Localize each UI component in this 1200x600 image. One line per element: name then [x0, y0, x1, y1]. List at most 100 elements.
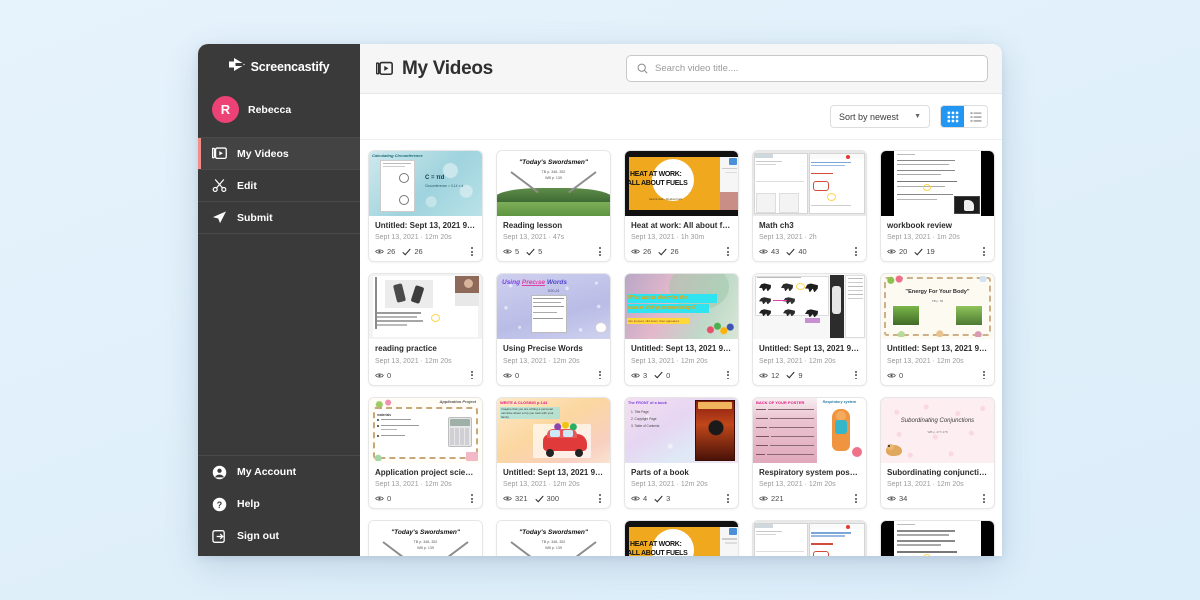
- sidebar-item-label: Edit: [237, 180, 257, 192]
- video-thumbnail[interactable]: Using Precise Words 9/20-24: [497, 274, 610, 339]
- eye-icon: [759, 248, 768, 255]
- video-title: reading practice: [375, 344, 476, 354]
- more-vertical-icon[interactable]: [724, 370, 732, 380]
- video-card[interactable]: reading practiceSept 13, 2021 · 12m 20s0: [368, 273, 483, 385]
- sidebar-item-help[interactable]: ? Help: [198, 488, 360, 520]
- more-vertical-icon[interactable]: [980, 370, 988, 380]
- video-card[interactable]: [752, 520, 867, 556]
- video-card[interactable]: "Today's Swordsmen" TB p. 346- 352 WB p.…: [368, 520, 483, 556]
- video-meta: Sept 13, 2021 · 12m 20s: [503, 480, 604, 489]
- video-card[interactable]: "Energy For Your Body" TB p. 56 Untitled…: [880, 273, 995, 385]
- more-vertical-icon[interactable]: [980, 493, 988, 503]
- more-vertical-icon[interactable]: [596, 370, 604, 380]
- video-thumbnail[interactable]: HEAT AT WORK: ALL ABOUT FUELS Heat at wo…: [625, 521, 738, 556]
- video-thumbnail[interactable]: BACK OF YOUR POSTER Respiratory system: [753, 398, 866, 463]
- video-thumbnail[interactable]: "Today's Swordsmen" TB p. 346- 352 WB p.…: [497, 521, 610, 556]
- more-vertical-icon[interactable]: [724, 246, 732, 256]
- video-library-icon: [376, 60, 393, 77]
- video-thumbnail[interactable]: The FRONT of a book 1. Title Page 2. Cop…: [625, 398, 738, 463]
- eye-icon: [631, 372, 640, 379]
- video-card[interactable]: [880, 520, 995, 556]
- video-card[interactable]: BACK OF YOUR POSTER Respiratory system R…: [752, 397, 867, 509]
- video-card[interactable]: Calculating Circumference C = πd Circumf…: [368, 150, 483, 262]
- more-vertical-icon[interactable]: [852, 493, 860, 503]
- video-card[interactable]: "Today's Swordsmen" TB p. 346- 352 WB p.…: [496, 520, 611, 556]
- search-input[interactable]: [655, 63, 977, 74]
- sidebar-spacer: [198, 234, 360, 455]
- more-vertical-icon[interactable]: [468, 246, 476, 256]
- sidebar-item-edit[interactable]: Edit: [198, 170, 360, 202]
- video-thumbnail[interactable]: WRITE A CLOSING p.144 Imagine that you a…: [497, 398, 610, 463]
- sidebar-item-my-videos[interactable]: My Videos: [198, 138, 360, 170]
- more-vertical-icon[interactable]: [468, 493, 476, 503]
- video-card[interactable]: Untitled: Sept 13, 2021 9:3...Sept 13, 2…: [752, 273, 867, 385]
- video-card[interactable]: Math ch3Sept 13, 2021 · 2h4340: [752, 150, 867, 262]
- video-thumbnail[interactable]: Subordinating Conjunctions WB p. 277-278: [881, 398, 994, 463]
- video-grid-scroll[interactable]: Calculating Circumference C = πd Circumf…: [360, 140, 1002, 556]
- video-thumbnail[interactable]: [753, 521, 866, 556]
- video-checks-stat: 9: [786, 371, 802, 380]
- brand[interactable]: Screencastify: [198, 44, 360, 86]
- video-card[interactable]: What words describe the rain as doing hu…: [624, 273, 739, 385]
- video-thumbnail[interactable]: [369, 274, 482, 339]
- page-title: My Videos: [402, 58, 493, 80]
- video-card[interactable]: The FRONT of a book 1. Title Page 2. Cop…: [624, 397, 739, 509]
- video-title: Heat at work: All about fuels: [631, 221, 732, 231]
- video-views-stat: 20: [887, 247, 907, 256]
- video-thumbnail[interactable]: [881, 521, 994, 556]
- video-card[interactable]: Using Precise Words 9/20-24 Using Precis…: [496, 273, 611, 385]
- check-icon: [526, 248, 535, 256]
- video-thumbnail[interactable]: Calculating Circumference C = πd Circumf…: [369, 151, 482, 216]
- more-vertical-icon[interactable]: [852, 246, 860, 256]
- video-thumbnail[interactable]: "Today's Swordsmen" TB p. 346- 352 WB p.…: [497, 151, 610, 216]
- video-title: workbook review: [887, 221, 988, 231]
- video-thumbnail[interactable]: HEAT AT WORK: ALL ABOUT FUELS Heat at wo…: [625, 151, 738, 216]
- search-box[interactable]: [626, 55, 988, 82]
- more-vertical-icon[interactable]: [596, 246, 604, 256]
- video-thumbnail[interactable]: [753, 151, 866, 216]
- video-meta: Sept 13, 2021 · 12m 20s: [375, 357, 476, 366]
- video-views-count: 0: [899, 371, 903, 380]
- eye-icon: [759, 372, 768, 379]
- video-thumbnail[interactable]: Application Project materials: [369, 398, 482, 463]
- video-thumbnail[interactable]: What words describe the rain as doing hu…: [625, 274, 738, 339]
- video-checks-stat: 0: [654, 371, 670, 380]
- grid-view-button[interactable]: [941, 106, 964, 127]
- sidebar-item-label: My Videos: [237, 148, 289, 160]
- video-stats: 129: [759, 371, 860, 380]
- video-views-stat: 0: [503, 371, 519, 380]
- video-card[interactable]: Subordinating Conjunctions WB p. 277-278…: [880, 397, 995, 509]
- sort-dropdown[interactable]: Sort by newest ▼: [830, 105, 930, 128]
- video-thumbnail[interactable]: [753, 274, 866, 339]
- video-card[interactable]: workbook reviewSept 13, 2021 · 1m 20s201…: [880, 150, 995, 262]
- svg-text:?: ?: [217, 499, 222, 509]
- video-thumbnail[interactable]: [881, 151, 994, 216]
- more-vertical-icon[interactable]: [724, 493, 732, 503]
- video-thumbnail[interactable]: "Energy For Your Body" TB p. 56: [881, 274, 994, 339]
- video-views-count: 5: [515, 247, 519, 256]
- more-vertical-icon[interactable]: [596, 493, 604, 503]
- video-card[interactable]: HEAT AT WORK: ALL ABOUT FUELS Heat at wo…: [624, 150, 739, 262]
- sidebar-item-sign-out[interactable]: Sign out: [198, 520, 360, 552]
- user-name: Rebecca: [248, 104, 291, 116]
- sidebar-item-submit[interactable]: Submit: [198, 202, 360, 234]
- sidebar-item-my-account[interactable]: My Account: [198, 456, 360, 488]
- video-checks-stat: 300: [535, 494, 560, 503]
- more-vertical-icon[interactable]: [980, 246, 988, 256]
- video-stats: 321300: [503, 494, 604, 503]
- video-card[interactable]: WRITE A CLOSING p.144 Imagine that you a…: [496, 397, 611, 509]
- user-row[interactable]: R Rebecca: [198, 86, 360, 137]
- video-views-stat: 26: [375, 247, 395, 256]
- list-view-button[interactable]: [964, 106, 987, 127]
- video-views-count: 34: [899, 494, 907, 503]
- video-meta: Sept 13, 2021 · 12m 20s: [631, 480, 732, 489]
- more-vertical-icon[interactable]: [852, 370, 860, 380]
- video-thumbnail[interactable]: "Today's Swordsmen" TB p. 346- 352 WB p.…: [369, 521, 482, 556]
- video-card[interactable]: Application Project materials Applicatio…: [368, 397, 483, 509]
- more-vertical-icon[interactable]: [468, 370, 476, 380]
- video-card[interactable]: "Today's Swordsmen" TB p. 346- 352 WB p.…: [496, 150, 611, 262]
- video-views-stat: 3: [631, 371, 647, 380]
- video-card[interactable]: HEAT AT WORK: ALL ABOUT FUELS Heat at wo…: [624, 520, 739, 556]
- video-card-body: Using Precise WordsSept 13, 2021 · 12m 2…: [497, 339, 610, 384]
- eye-icon: [375, 495, 384, 502]
